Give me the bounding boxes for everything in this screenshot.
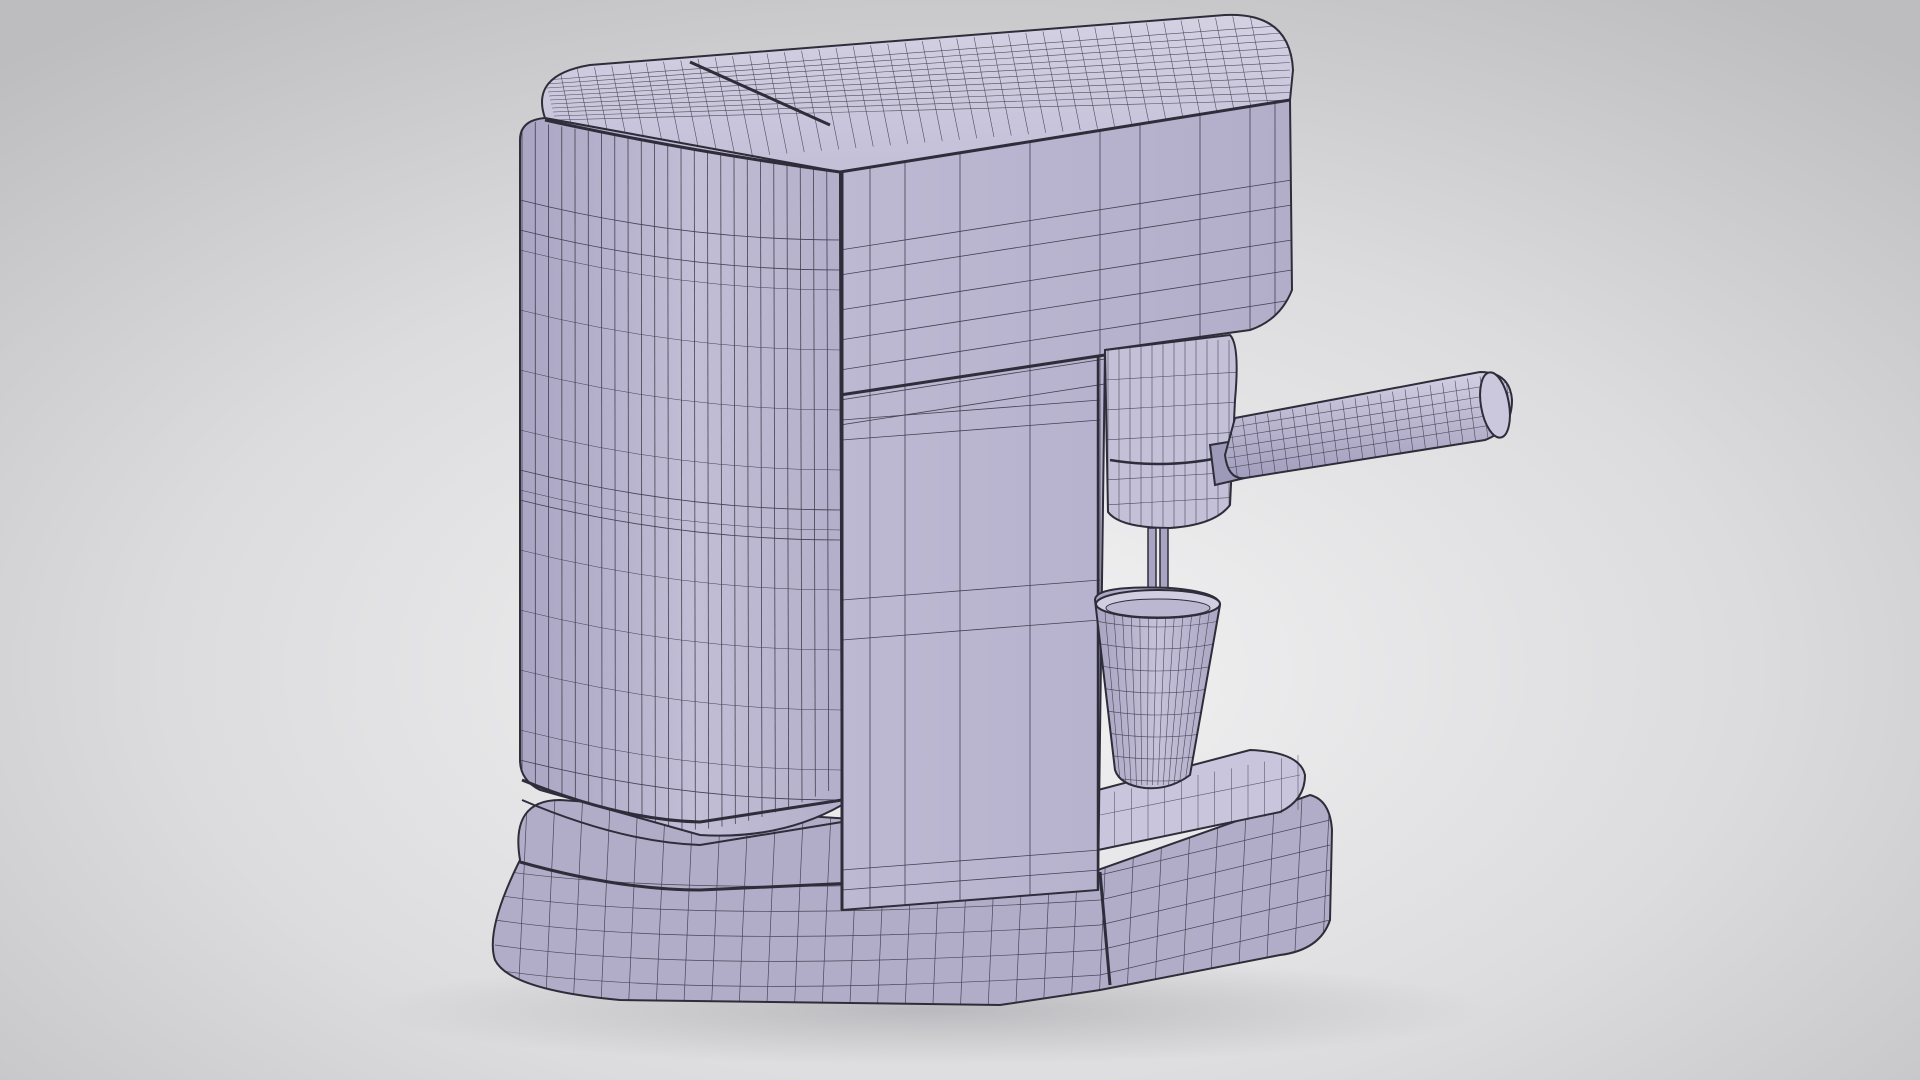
brew-group-head: [1103, 333, 1238, 530]
espresso-machine-wireframe-render: [0, 0, 1920, 1080]
water-tank-column: [519, 116, 844, 847]
render-viewport: [0, 0, 1920, 1080]
